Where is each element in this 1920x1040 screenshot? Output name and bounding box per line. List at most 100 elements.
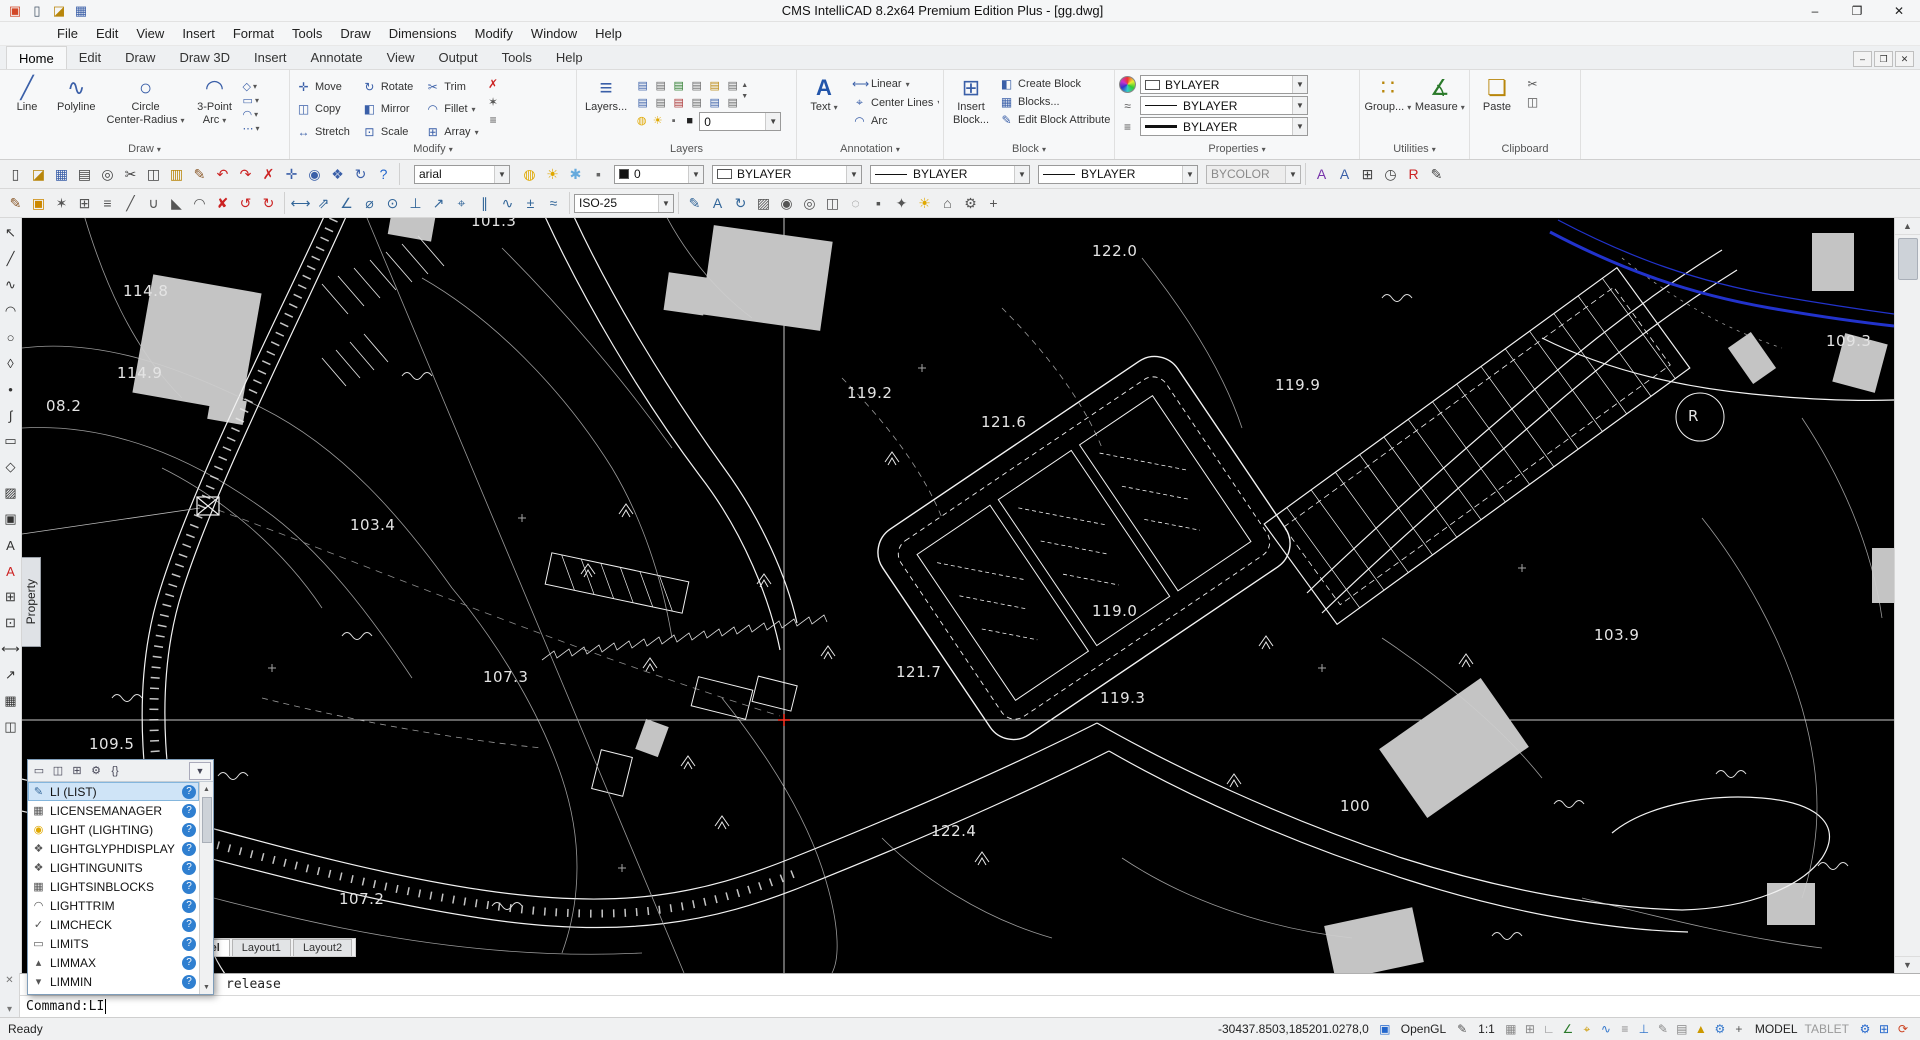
menu-item-dimensions[interactable]: Dimensions — [380, 23, 466, 44]
plotstyle-control-combo[interactable]: BYCOLOR▼ — [1206, 165, 1301, 184]
layout-tab-layout2[interactable]: Layout2 — [293, 939, 352, 956]
copy-button[interactable]: ◫Copy — [294, 99, 352, 121]
explode-icon[interactable]: ✶ — [50, 191, 73, 215]
region-tool-icon[interactable]: ▣ — [1, 506, 21, 532]
command-suggestion-item[interactable]: ✓LIMCHECK? — [28, 915, 199, 934]
dim-wave-icon[interactable]: ∿ — [496, 191, 519, 215]
command-suggestion-item[interactable]: ▦LIGHTSINBLOCKS? — [28, 877, 199, 896]
layer-lock-icon[interactable]: ▪ — [666, 114, 681, 129]
chamfer-icon[interactable]: ◣ — [165, 191, 188, 215]
help-badge-icon[interactable]: ? — [182, 842, 196, 856]
move-button[interactable]: ✛Move — [294, 76, 352, 98]
edit-block-attributes-button[interactable]: ✎Edit Block Attributes — [997, 112, 1110, 128]
close-command-icon[interactable]: ✕ — [5, 975, 13, 986]
offset-icon[interactable]: ≡ — [96, 191, 119, 215]
menu-item-draw[interactable]: Draw — [331, 23, 379, 44]
dim-center-icon[interactable]: ⌖ — [450, 191, 473, 215]
offset-button[interactable]: ≡ — [484, 112, 503, 128]
style-icon[interactable]: ▨ — [752, 191, 775, 215]
add-icon[interactable]: + — [1730, 1020, 1748, 1038]
scale-button[interactable]: ⊡Scale — [360, 121, 415, 143]
lineweight-control-combo[interactable]: BYLAYER▼ — [1038, 165, 1198, 184]
block-panel-label[interactable]: Block ▾ — [948, 143, 1110, 159]
command-suggestion-item[interactable]: ❖LIGHTINGUNITS? — [28, 858, 199, 877]
settings-gear-icon[interactable]: ⚙ — [1856, 1020, 1874, 1038]
layer-gallery-item[interactable]: ▤ — [724, 77, 741, 93]
quickprops-icon[interactable]: ▤ — [1673, 1020, 1691, 1038]
layer-gallery-item[interactable]: ▤ — [688, 77, 705, 93]
entity-linetype-combo[interactable]: BYLAYER▼ — [1140, 96, 1308, 115]
freeze-icon[interactable]: ✱ — [564, 162, 587, 186]
layer-off-icon[interactable]: ◌ — [844, 191, 867, 215]
expand-command-icon[interactable]: ▾ — [7, 1004, 12, 1015]
command-suggestion-item[interactable]: ▭LIMITS? — [28, 934, 199, 953]
command-suggestion-item[interactable]: ✎LI (LIST)? — [28, 782, 199, 801]
array2-icon[interactable]: ⊞ — [73, 191, 96, 215]
sun-icon[interactable]: ☀ — [541, 162, 564, 186]
hatch-tool-icon[interactable]: ▨ — [1, 480, 21, 506]
table-tool-icon[interactable]: ▦ — [1, 688, 21, 714]
layer-gallery-item[interactable]: ▤ — [634, 94, 651, 110]
dim-parallel-icon[interactable]: ∥ — [473, 191, 496, 215]
layer-gallery-item[interactable]: ▤ — [634, 77, 651, 93]
circle-button[interactable]: ○ Circle Center-Radius ▾ — [103, 72, 189, 143]
new-icon[interactable]: ▯ — [4, 162, 27, 186]
drawing-canvas[interactable]: 101.3114.8114.908.2122.0119.2121.6119.91… — [22, 218, 1894, 973]
layer-gallery-item[interactable]: ▤ — [724, 94, 741, 110]
annoscale-icon[interactable]: ▲ — [1692, 1020, 1710, 1038]
popup-panel-icon[interactable]: ◫ — [49, 762, 67, 780]
menu-item-format[interactable]: Format — [224, 23, 283, 44]
filter-icon[interactable]: ▼ — [189, 762, 211, 780]
trim-button[interactable]: ✂Trim — [423, 76, 480, 98]
command-suggestion-item[interactable]: ▦LICENSEMANAGER? — [28, 801, 199, 820]
popup-tile-icon[interactable]: ⊞ — [68, 762, 86, 780]
layer-thaw-icon[interactable]: ☀ — [650, 114, 665, 129]
polar-icon[interactable]: ∠ — [1559, 1020, 1577, 1038]
layers-button[interactable]: ≡ Layers... — [581, 72, 631, 143]
paste-icon[interactable]: ▥ — [165, 162, 188, 186]
text-style-icon[interactable]: A — [1310, 162, 1333, 186]
ribbon-tab-draw-3d[interactable]: Draw 3D — [167, 46, 242, 69]
help-badge-icon[interactable]: ? — [182, 975, 196, 989]
dim-style-icon[interactable]: A — [1333, 162, 1356, 186]
popup-scrollbar-thumb[interactable] — [202, 797, 212, 843]
layers-panel-label[interactable]: Layers — [581, 143, 792, 159]
ribbon-tab-annotate[interactable]: Annotate — [299, 46, 375, 69]
save-icon[interactable]: ▦ — [50, 162, 73, 186]
rectangle-mini-button[interactable]: ▭ ▾ — [243, 94, 260, 107]
dim-radius-icon[interactable]: ⊙ — [381, 191, 404, 215]
create-block-button[interactable]: ◧Create Block — [997, 76, 1110, 92]
record-icon[interactable]: R — [1402, 162, 1425, 186]
ribbon-tab-home[interactable]: Home — [6, 46, 67, 69]
esnap-icon[interactable]: ⌖ — [1578, 1020, 1596, 1038]
layer-color-icon[interactable]: ■ — [682, 114, 697, 129]
polyline-tool-icon[interactable]: ∿ — [1, 272, 21, 298]
eye-icon[interactable]: ◉ — [775, 191, 798, 215]
linear-dimension-button[interactable]: ⟷Linear ▾ — [850, 76, 939, 92]
etrack-icon[interactable]: ∿ — [1597, 1020, 1615, 1038]
render-mode-label[interactable]: OpenGL — [1401, 1022, 1446, 1036]
mdi-minimize-button[interactable]: – — [1853, 51, 1872, 67]
dim-leader-icon[interactable]: ↗ — [427, 191, 450, 215]
pin-icon[interactable]: ▪ — [867, 191, 890, 215]
dimension-tool-icon[interactable]: ⟷ — [1, 636, 21, 662]
help-badge-icon[interactable]: ? — [182, 880, 196, 894]
join-icon[interactable]: ∪ — [142, 191, 165, 215]
redo2-icon[interactable]: ↻ — [257, 191, 280, 215]
text-style-combo[interactable]: arial▼ — [414, 165, 510, 184]
sketch-icon[interactable]: ✎ — [1425, 162, 1448, 186]
star-icon[interactable]: ✦ — [890, 191, 913, 215]
preview-icon[interactable]: ◎ — [96, 162, 119, 186]
dyn-icon[interactable]: ✎ — [1654, 1020, 1672, 1038]
paste-button[interactable]: ❏ Paste — [1474, 72, 1520, 143]
line-tool-icon[interactable]: ╱ — [1, 246, 21, 272]
ellipse-tool-icon[interactable]: ◊ — [1, 350, 21, 376]
sync-icon[interactable]: ⟳ — [1894, 1020, 1912, 1038]
plus2-icon[interactable]: + — [982, 191, 1005, 215]
command-suggestion-item[interactable]: ❖LIGHTGLYPHDISPLAY? — [28, 839, 199, 858]
layer-gallery-item[interactable]: ▤ — [652, 94, 669, 110]
open-icon[interactable]: ◪ — [27, 162, 50, 186]
dim-tolerance-icon[interactable]: ± — [519, 191, 542, 215]
point-tool-icon[interactable]: • — [1, 376, 21, 402]
help-badge-icon[interactable]: ? — [182, 937, 196, 951]
